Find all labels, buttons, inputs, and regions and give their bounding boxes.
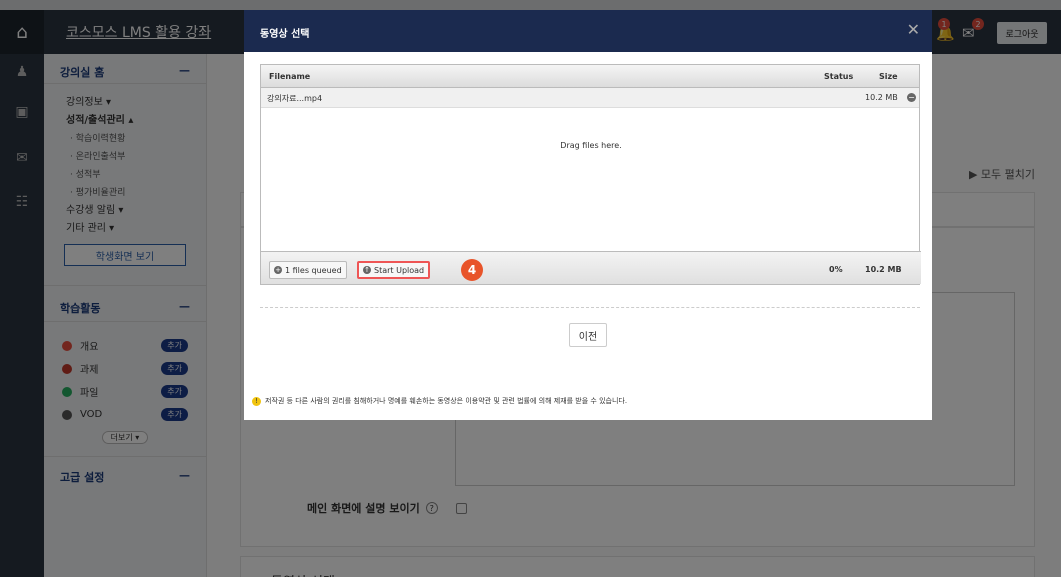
close-icon[interactable]: ✕ — [907, 20, 920, 39]
warning-icon: ! — [252, 396, 261, 406]
file-uploader: Filename Status Size 강의자료...mp4 10.2 MB … — [260, 64, 921, 285]
file-row: 강의자료...mp4 10.2 MB − — [261, 88, 919, 108]
files-queued-button[interactable]: +1 files queued — [269, 261, 347, 279]
notice-text: 저작권 등 다른 사람의 권리를 침해하거나 명예를 훼손하는 동영상은 이용약… — [265, 397, 628, 405]
uploader-header: Filename Status Size — [261, 65, 919, 88]
modal-title: 동영상 선택 — [260, 29, 310, 40]
col-status: Status — [824, 72, 854, 81]
prev-button[interactable]: 이전 — [569, 323, 607, 347]
drop-zone[interactable]: Drag files here. — [261, 108, 921, 252]
col-size: Size — [879, 72, 898, 81]
upload-total: 10.2 MB — [865, 265, 902, 274]
file-name: 강의자료...mp4 — [267, 94, 323, 103]
start-upload-button[interactable]: ↑ Start Upload — [357, 261, 431, 279]
upload-percent: 0% — [829, 265, 843, 274]
start-upload-label: Start Upload — [374, 265, 425, 275]
plus-icon: + — [274, 266, 282, 274]
step-marker: 4 — [461, 259, 483, 281]
upload-icon: ↑ — [363, 266, 371, 274]
col-filename: Filename — [269, 72, 311, 81]
video-select-modal: 동영상 선택 ✕ Filename Status Size 강의자료...mp4… — [244, 10, 932, 420]
remove-file-icon[interactable]: − — [907, 93, 916, 102]
modal-header: 동영상 선택 ✕ — [244, 10, 932, 52]
copyright-notice: ! 저작권 등 다른 사람의 권리를 침해하거나 명예를 훼손하는 동영상은 이… — [252, 396, 627, 406]
queued-label: 1 files queued — [285, 265, 342, 275]
uploader-footer: +1 files queued ↑ Start Upload 4 0% 10.2 … — [261, 251, 921, 284]
file-size: 10.2 MB — [865, 93, 898, 102]
divider — [260, 307, 920, 308]
